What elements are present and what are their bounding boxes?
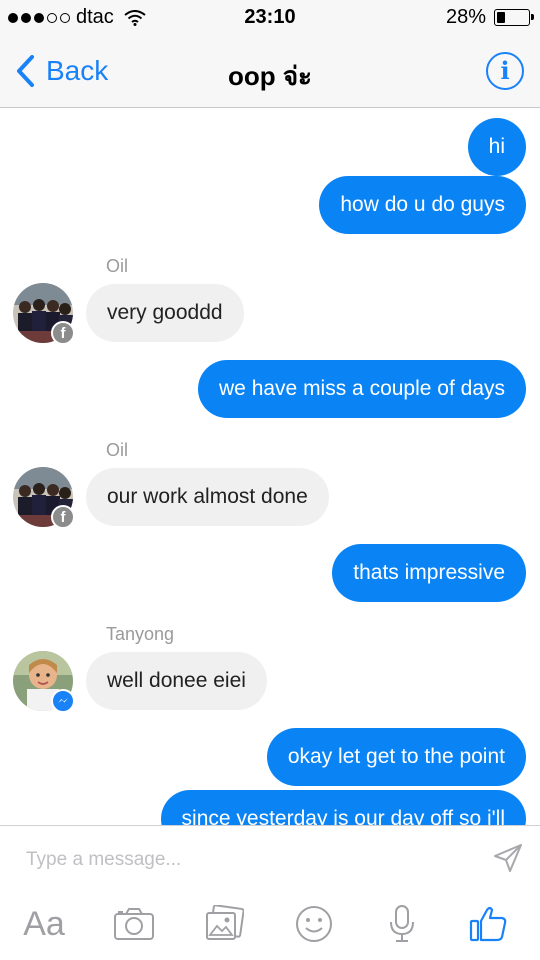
avatar[interactable]: f xyxy=(13,467,75,529)
message-thread[interactable]: hi how do u do guys Oil f very gooddd we… xyxy=(0,108,540,825)
message-input[interactable] xyxy=(26,846,466,874)
info-icon[interactable]: i xyxy=(486,52,524,90)
like-icon[interactable] xyxy=(466,902,510,946)
outgoing-message[interactable]: how do u do guys xyxy=(319,176,526,234)
battery-tip xyxy=(531,14,534,20)
avatar[interactable] xyxy=(13,651,75,713)
avatar[interactable]: f xyxy=(13,283,75,345)
outgoing-message[interactable]: thats impressive xyxy=(332,544,526,602)
microphone-icon[interactable] xyxy=(380,902,424,946)
messenger-icon xyxy=(51,689,75,713)
battery-level xyxy=(497,12,506,23)
incoming-message[interactable]: very gooddd xyxy=(86,284,244,342)
conversation-title[interactable]: oop จ่ะ xyxy=(0,56,540,97)
sender-name: Tanyong xyxy=(106,624,175,644)
send-icon[interactable] xyxy=(492,842,524,874)
incoming-message[interactable]: well donee eiei xyxy=(86,652,267,710)
battery-icon xyxy=(494,9,534,26)
navigation-bar: Back oop จ่ะ i xyxy=(0,36,540,108)
sender-name: Oil xyxy=(106,256,128,276)
battery-area: 28% xyxy=(445,6,534,29)
outgoing-message[interactable]: we have miss a couple of days xyxy=(198,360,526,418)
text-format-icon[interactable]: Aa xyxy=(22,902,66,946)
incoming-message[interactable]: our work almost done xyxy=(86,468,329,526)
battery-percent: 28% xyxy=(445,6,486,28)
facebook-icon: f xyxy=(51,321,75,345)
camera-icon[interactable] xyxy=(112,902,156,946)
facebook-icon: f xyxy=(51,505,75,529)
outgoing-message[interactable]: okay let get to the point xyxy=(266,728,526,786)
photo-gallery-icon[interactable] xyxy=(202,902,246,946)
compose-toolbar: Aa xyxy=(0,896,540,952)
sender-name: Oil xyxy=(106,440,128,460)
status-bar: dtac 23:10 28% xyxy=(0,0,540,36)
outgoing-message[interactable]: since yesterday is our day off so i'll xyxy=(160,790,526,825)
compose-bar: Aa xyxy=(0,825,540,960)
text-format-label: Aa xyxy=(23,904,65,943)
outgoing-message[interactable]: hi xyxy=(467,118,526,176)
emoji-icon[interactable] xyxy=(292,902,336,946)
